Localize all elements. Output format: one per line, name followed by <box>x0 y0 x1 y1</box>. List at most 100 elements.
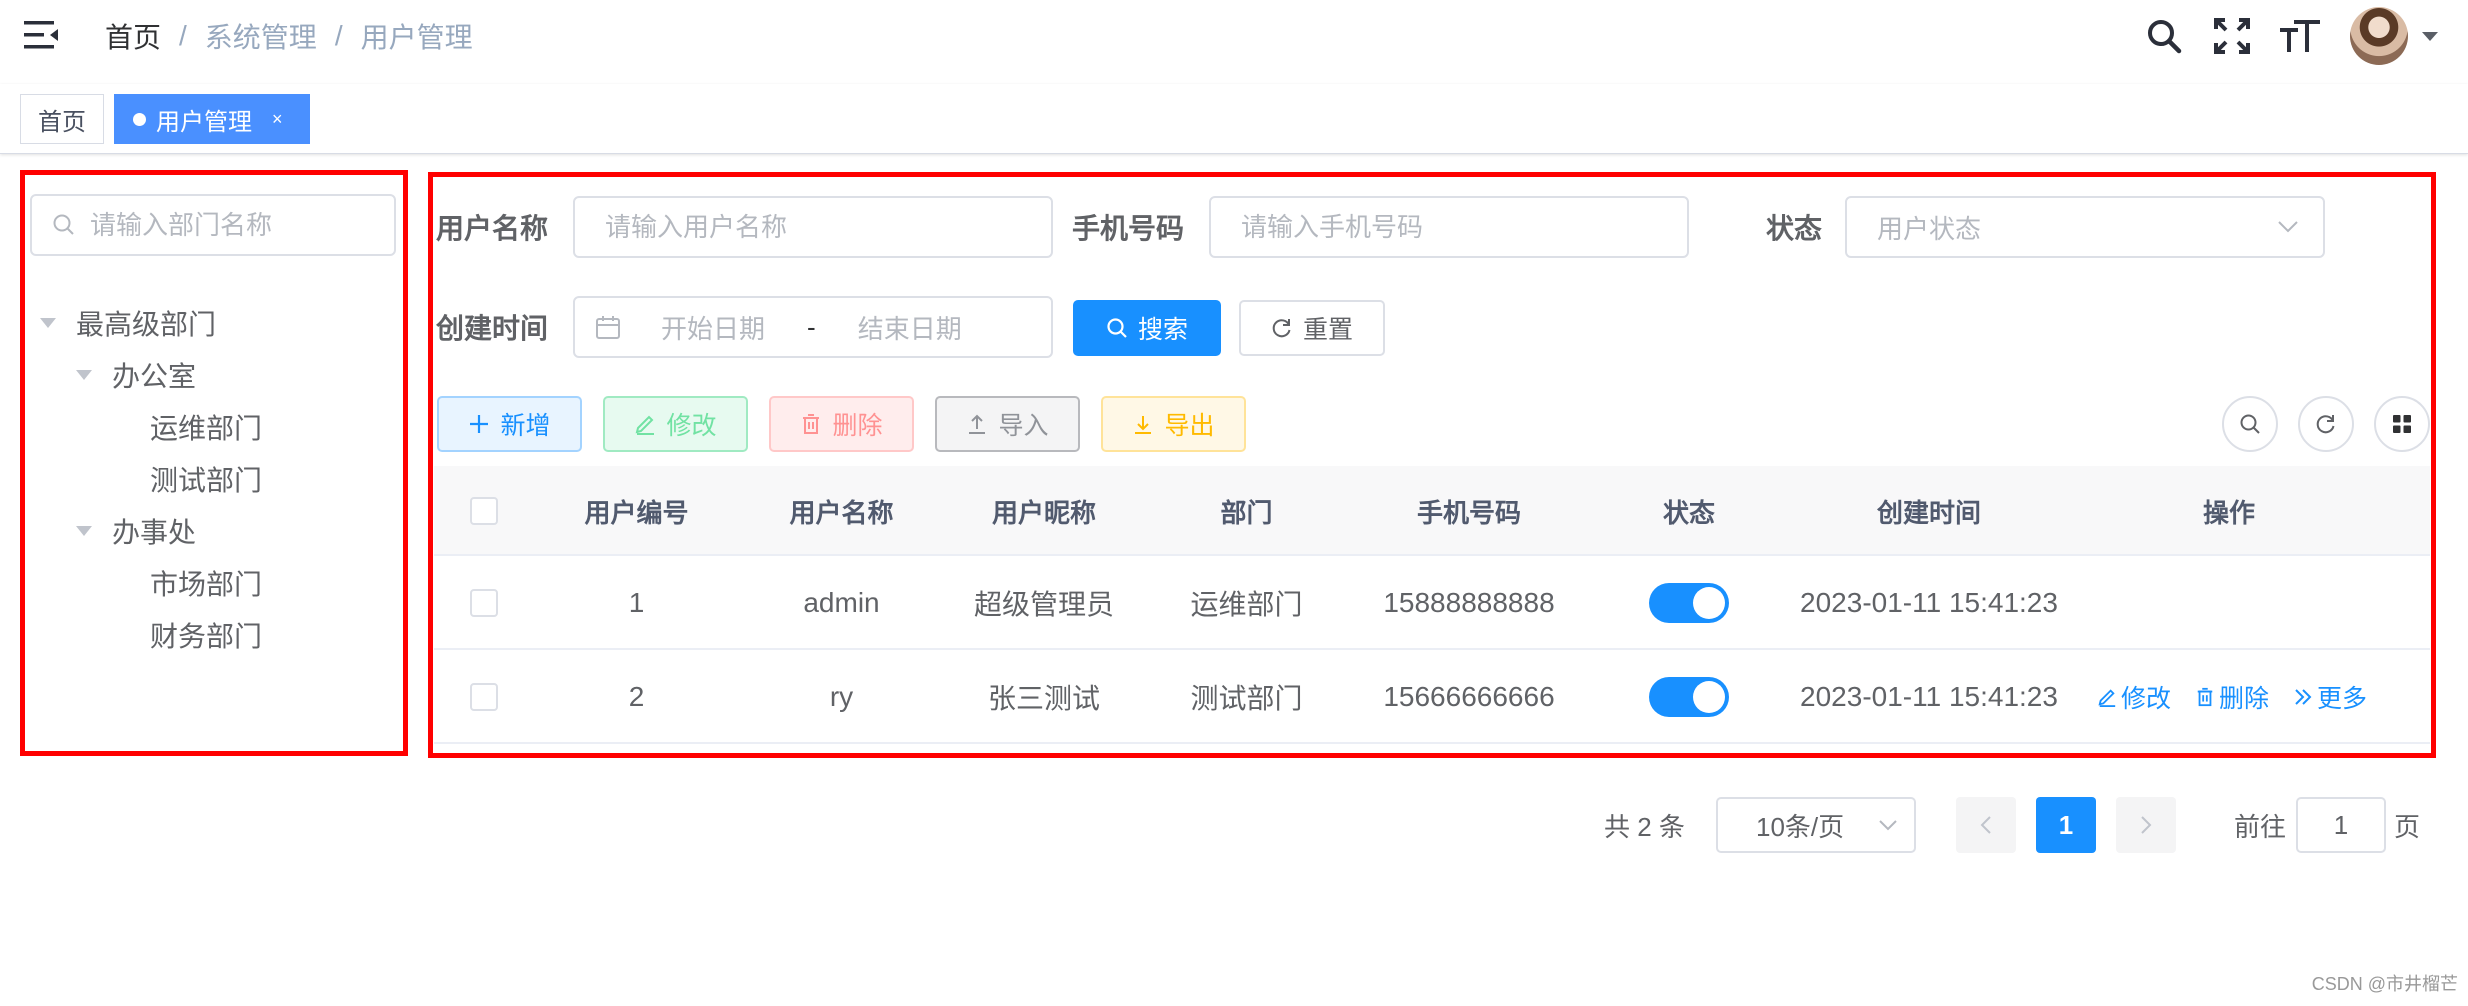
tree-node-label: 测试部门 <box>150 465 263 496</box>
page-size-select[interactable]: 10条/页 <box>1716 797 1916 853</box>
search-icon[interactable] <box>2144 16 2184 56</box>
end-date-placeholder[interactable]: 结束日期 <box>858 309 962 346</box>
status-switch[interactable] <box>1649 677 1729 717</box>
toggle-search-button[interactable] <box>2222 396 2278 452</box>
row-edit-label: 修改 <box>2121 685 2172 713</box>
chevron-left-icon <box>1980 816 1991 834</box>
navbar-tools <box>2116 4 2438 68</box>
start-date-placeholder[interactable]: 开始日期 <box>661 309 765 346</box>
export-button-label: 导出 <box>1164 412 1215 440</box>
tree-node-test[interactable]: 测试部门 <box>150 454 262 504</box>
export-button[interactable]: 导出 <box>1101 396 1246 452</box>
hamburger-menu-icon[interactable] <box>22 18 62 52</box>
chevron-down-icon[interactable] <box>2422 31 2438 41</box>
tag-home[interactable]: 首页 <box>20 94 104 144</box>
date-range-picker[interactable]: 开始日期 - 结束日期 <box>573 296 1053 358</box>
font-size-icon[interactable] <box>2280 16 2320 56</box>
row-checkbox[interactable] <box>470 589 498 617</box>
page-size-value: 10条/页 <box>1756 811 1845 842</box>
dept-search-input[interactable] <box>90 209 380 241</box>
refresh-button[interactable] <box>2298 396 2354 452</box>
cell-user-id: 2 <box>628 681 645 712</box>
col-header: 手机号码 <box>1416 497 1521 528</box>
edit-icon <box>2098 689 2116 707</box>
col-header: 部门 <box>1220 497 1273 528</box>
tree-node-office[interactable]: 办公室 <box>76 350 196 400</box>
cell-username: admin <box>803 587 880 618</box>
trash-icon <box>803 414 820 434</box>
cell-nickname: 张三测试 <box>987 683 1100 714</box>
avatar[interactable] <box>2350 7 2408 65</box>
row-edit-link[interactable]: 修改 <box>2097 679 2171 715</box>
delete-button[interactable]: 删除 <box>769 396 914 452</box>
row-checkbox[interactable] <box>470 683 498 711</box>
reset-button-label: 重置 <box>1302 316 1353 344</box>
search-button-label: 搜索 <box>1137 316 1188 344</box>
tag-active-label: 用户管理 <box>156 108 252 136</box>
cell-dept: 运维部门 <box>1190 589 1303 620</box>
navbar: 首页 / 系统管理 / 用户管理 <box>0 0 2468 84</box>
phone-input[interactable] <box>1241 211 1687 243</box>
breadcrumb-separator: / <box>179 20 187 51</box>
dept-search-field[interactable] <box>30 194 396 256</box>
goto-page-input[interactable] <box>2311 809 2371 841</box>
edit-button-label: 修改 <box>666 412 717 440</box>
breadcrumb-home[interactable]: 首页 <box>105 16 161 56</box>
tree-node-market[interactable]: 市场部门 <box>150 558 262 608</box>
tree-node-agency[interactable]: 办事处 <box>76 506 196 556</box>
breadcrumb: 首页 / 系统管理 / 用户管理 <box>105 16 473 56</box>
tree-node-root[interactable]: 最高级部门 <box>40 298 216 348</box>
username-field[interactable] <box>573 196 1053 258</box>
status-select-placeholder: 用户状态 <box>1877 213 1982 244</box>
import-button[interactable]: 导入 <box>935 396 1080 452</box>
calendar-icon <box>596 316 620 339</box>
close-icon[interactable]: × <box>272 109 283 130</box>
download-icon <box>1135 416 1152 434</box>
fullscreen-icon[interactable] <box>2212 16 2252 56</box>
breadcrumb-user: 用户管理 <box>360 22 473 53</box>
edit-button[interactable]: 修改 <box>603 396 748 452</box>
table-row[interactable]: 2 ry 张三测试 测试部门 15666666666 2023-01-11 15… <box>434 650 2430 744</box>
tag-user-management[interactable]: 用户管理 × <box>114 94 310 144</box>
created-time-label: 创建时间 <box>436 313 549 344</box>
cell-dept: 测试部门 <box>1190 683 1303 714</box>
phone-field[interactable] <box>1209 196 1689 258</box>
chevron-down-icon <box>1879 820 1897 831</box>
chevron-right-icon <box>2141 816 2152 834</box>
goto-page-field[interactable] <box>2296 797 2386 853</box>
prev-page-button[interactable] <box>1956 797 2016 853</box>
username-input[interactable] <box>605 211 1051 243</box>
page-number[interactable]: 1 <box>2036 797 2096 853</box>
col-header: 状态 <box>1662 497 1715 528</box>
double-arrow-right-icon <box>2295 689 2312 705</box>
expand-triangle-icon[interactable] <box>40 318 56 328</box>
add-button[interactable]: 新增 <box>437 396 582 452</box>
breadcrumb-separator: / <box>334 20 343 51</box>
row-delete-link[interactable]: 删除 <box>2195 679 2269 715</box>
cell-actions: 修改 删除 更多 <box>2069 650 2389 744</box>
row-more-link[interactable]: 更多 <box>2293 679 2367 715</box>
username-label: 用户名称 <box>436 213 549 244</box>
cell-user-id: 1 <box>628 587 645 618</box>
columns-button[interactable] <box>2374 396 2430 452</box>
tree-node-finance[interactable]: 财务部门 <box>150 610 262 660</box>
cell-created: 2023-01-11 15:41:23 <box>1800 587 2058 618</box>
cell-status <box>1589 556 1789 650</box>
next-page-button[interactable] <box>2116 797 2176 853</box>
col-header: 用户编号 <box>584 497 689 528</box>
table-row[interactable]: 1 admin 超级管理员 运维部门 15888888888 2023-01-1… <box>434 556 2430 650</box>
tree-node-label: 最高级部门 <box>76 309 217 340</box>
tree-node-ops[interactable]: 运维部门 <box>150 402 262 452</box>
delete-button-label: 删除 <box>832 412 883 440</box>
expand-triangle-icon[interactable] <box>76 370 92 380</box>
select-all-checkbox[interactable] <box>470 497 498 525</box>
tree-node-label: 办公室 <box>112 361 197 392</box>
status-select[interactable]: 用户状态 <box>1845 196 2325 258</box>
refresh-icon <box>1272 319 1291 338</box>
reset-button[interactable]: 重置 <box>1239 300 1385 356</box>
expand-triangle-icon[interactable] <box>76 526 92 536</box>
chevron-down-icon <box>2278 221 2298 233</box>
search-button[interactable]: 搜索 <box>1073 300 1221 356</box>
active-dot-icon <box>133 112 146 126</box>
status-switch[interactable] <box>1649 583 1729 623</box>
